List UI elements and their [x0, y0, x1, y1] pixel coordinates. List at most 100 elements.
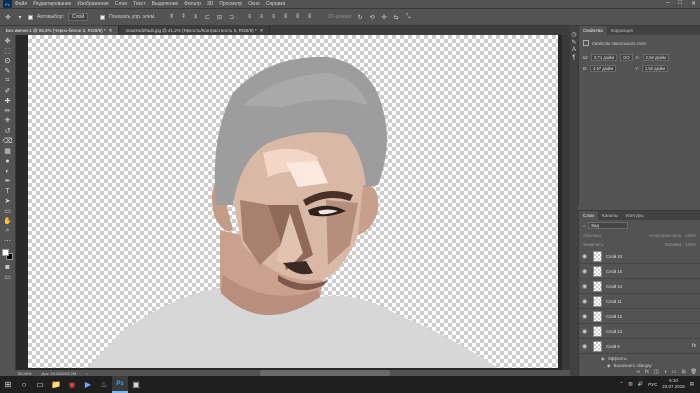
close-tab-icon[interactable]: ✕: [109, 28, 113, 34]
task-view-icon[interactable]: ▭: [32, 376, 48, 393]
clock[interactable]: 6:10 22.07.2018: [662, 378, 685, 390]
show-controls-checkbox[interactable]: [100, 14, 106, 20]
layer-row[interactable]: ◉ Слой 14: [579, 279, 700, 294]
path-select-icon[interactable]: ➤: [3, 197, 13, 205]
distribute-vcenter-icon[interactable]: ≡: [258, 13, 266, 21]
tab-adjustments[interactable]: Коррекция: [607, 26, 637, 35]
align-right-icon[interactable]: ⊐: [228, 13, 236, 21]
zoom-level[interactable]: 55,46%: [18, 371, 32, 376]
paragraph-panel-icon[interactable]: ¶: [570, 54, 578, 62]
lasso-icon[interactable]: ʘ: [3, 57, 13, 65]
layer-row[interactable]: ◉ Слой 11: [579, 294, 700, 309]
new-layer-icon[interactable]: ⊞: [681, 369, 685, 376]
chrome-icon[interactable]: ◉: [64, 376, 80, 393]
close-tab-icon[interactable]: ✕: [260, 28, 264, 34]
character-panel-icon[interactable]: A: [570, 46, 578, 54]
align-top-icon[interactable]: ⫪: [168, 13, 176, 21]
menu-layers[interactable]: Слои: [115, 1, 127, 7]
marquee-icon[interactable]: ⬚: [3, 47, 13, 55]
steam-icon[interactable]: ♨: [96, 376, 112, 393]
zoom-icon[interactable]: ⌕: [3, 227, 13, 235]
layer-row[interactable]: ◉ Слой 12: [579, 309, 700, 324]
layer-name[interactable]: Слой 11: [606, 299, 622, 304]
layer-name[interactable]: Слой 13: [606, 329, 622, 334]
brush-settings-icon[interactable]: ✎: [570, 38, 578, 46]
y-field[interactable]: 1,50 дюйм: [641, 65, 668, 72]
visibility-eye-icon[interactable]: ◉: [582, 328, 589, 335]
eraser-icon[interactable]: ⌫: [3, 137, 13, 145]
stamp-icon[interactable]: ⎈: [3, 117, 13, 125]
tray-chevron-icon[interactable]: ⌃: [620, 381, 624, 387]
layer-name[interactable]: Слой 12: [606, 314, 622, 319]
layer-row[interactable]: ◉ Слой 10: [579, 249, 700, 264]
language-indicator[interactable]: РУС: [648, 382, 657, 387]
width-field[interactable]: 3,71 дюйм: [591, 54, 618, 61]
distribute-right-icon[interactable]: ⦀: [306, 13, 314, 21]
menu-type[interactable]: Текст: [133, 1, 146, 7]
layer-filter-select[interactable]: Вид: [588, 222, 629, 229]
3d-rotate-icon[interactable]: ↻: [356, 13, 364, 21]
align-left-icon[interactable]: ⊏: [204, 13, 212, 21]
quick-select-icon[interactable]: ✎: [3, 67, 13, 75]
pen-icon[interactable]: ✒: [3, 177, 13, 185]
layer-name[interactable]: Слой 15: [606, 269, 622, 274]
align-hcenter-icon[interactable]: ⊟: [216, 13, 224, 21]
distribute-hcenter-icon[interactable]: ⦀: [294, 13, 302, 21]
canvas-area[interactable]: [16, 35, 562, 370]
photoshop-icon[interactable]: Ps: [112, 376, 128, 393]
layer-name[interactable]: Слой 10: [606, 254, 622, 259]
layer-name[interactable]: Слой 14: [606, 284, 622, 289]
move-icon[interactable]: ✥: [3, 37, 13, 45]
gradient-icon[interactable]: ▦: [3, 147, 13, 155]
quick-mask-icon[interactable]: ◙: [3, 263, 13, 271]
network-icon[interactable]: ▥: [628, 381, 632, 387]
menu-help[interactable]: Справка: [266, 1, 286, 7]
type-icon[interactable]: T: [3, 187, 13, 195]
effect-stroke-label[interactable]: Выполнить обводку: [614, 363, 652, 368]
opacity-value[interactable]: 100%: [685, 233, 696, 238]
new-group-icon[interactable]: ▭: [672, 369, 677, 376]
menu-view[interactable]: Просмотр: [219, 1, 242, 7]
add-mask-icon[interactable]: ◫: [654, 369, 659, 376]
blur-icon[interactable]: ●: [3, 157, 13, 165]
fx-badge[interactable]: fx: [692, 343, 696, 349]
x-field[interactable]: 2,56 дюйм: [642, 54, 669, 61]
menu-image[interactable]: Изображение: [77, 1, 109, 7]
shape-icon[interactable]: ▭: [3, 207, 13, 215]
align-vcenter-icon[interactable]: ⫩: [180, 13, 188, 21]
visibility-eye-icon[interactable]: ◉: [582, 343, 589, 350]
windows-logo-icon[interactable]: ⊞: [0, 376, 16, 393]
layer-row[interactable]: ◉ Слой 8 fx: [579, 339, 700, 354]
document-canvas[interactable]: [28, 35, 558, 368]
3d-scale-icon[interactable]: ⤡: [404, 13, 412, 21]
menu-3d[interactable]: 3D: [207, 1, 213, 7]
brush-icon[interactable]: ✏: [3, 107, 13, 115]
tab-layers[interactable]: Слои: [579, 211, 598, 220]
move-tool-icon[interactable]: ✥: [4, 13, 12, 21]
tab-document-2[interactable]: maxresdefault.jpg @ 41,2% (Яркость/Контр…: [119, 26, 271, 35]
photos-icon[interactable]: ▣: [128, 376, 144, 393]
history-brush-icon[interactable]: ↺: [3, 127, 13, 135]
effect-eye-icon[interactable]: ◉: [607, 363, 611, 368]
3d-pan-icon[interactable]: ✣: [380, 13, 388, 21]
search-icon[interactable]: ○: [16, 376, 32, 393]
link-layers-icon[interactable]: ∞: [636, 369, 640, 376]
eyedropper-icon[interactable]: ✐: [3, 87, 13, 95]
visibility-eye-icon[interactable]: ◉: [582, 253, 589, 260]
autoselect-checkbox[interactable]: [28, 14, 33, 20]
distribute-bottom-icon[interactable]: ≡: [270, 13, 278, 21]
visibility-eye-icon[interactable]: ◉: [582, 313, 589, 320]
minimize-button[interactable]: –: [666, 0, 669, 7]
tool-preset-dropdown-icon[interactable]: ▾: [16, 13, 24, 21]
visibility-eye-icon[interactable]: ◉: [582, 298, 589, 305]
delete-layer-icon[interactable]: 🗑: [691, 369, 697, 376]
menu-select[interactable]: Выделение: [152, 1, 179, 7]
notifications-icon[interactable]: ▤: [690, 381, 694, 387]
status-arrow-icon[interactable]: ›: [86, 371, 87, 376]
visibility-eye-icon[interactable]: ◉: [582, 268, 589, 275]
visibility-eye-icon[interactable]: ◉: [582, 283, 589, 290]
blend-mode-select[interactable]: Обычные: [583, 233, 602, 238]
height-field[interactable]: 4,67 дюйм: [589, 65, 617, 72]
history-panel-icon[interactable]: ◷: [570, 30, 578, 38]
healing-icon[interactable]: ✚: [3, 97, 13, 105]
